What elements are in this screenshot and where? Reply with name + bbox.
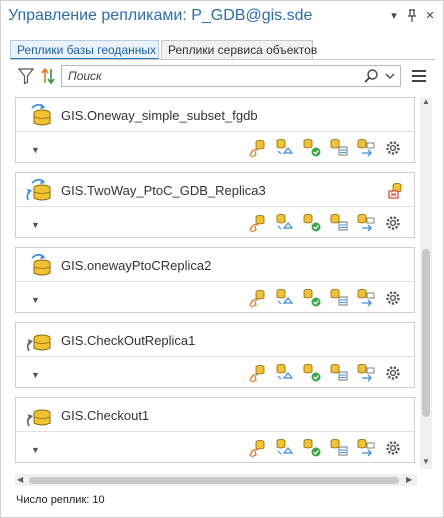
expand-details-chevron-down-icon[interactable]: ▼ [31, 220, 40, 230]
export-schema-icon[interactable] [329, 288, 349, 308]
expand-details-chevron-down-icon[interactable]: ▼ [31, 370, 40, 380]
export-changes-icon[interactable] [275, 138, 295, 158]
replica-card: GIS.Checkout1 ▼ [15, 397, 415, 463]
validate-icon[interactable] [302, 288, 322, 308]
replica-card: GIS.onewayPtoCReplica2 ▼ [15, 247, 415, 313]
export-schema-icon[interactable] [329, 213, 349, 233]
replica-count-status: Число реплик: 10 [16, 494, 105, 506]
export-changes-icon[interactable] [275, 438, 295, 458]
twoway-replica-icon [24, 176, 54, 204]
synchronize-icon[interactable] [248, 288, 268, 308]
replica-name: GIS.TwoWay_PtoC_GDB_Replica3 [61, 183, 266, 198]
validate-icon[interactable] [302, 213, 322, 233]
pane-menu-button[interactable]: ▾ [386, 8, 402, 24]
checkout-replica-icon [24, 401, 54, 429]
hamburger-menu-icon[interactable] [411, 68, 427, 84]
scroll-left-arrow[interactable]: ◀ [17, 475, 23, 484]
view-conflicts-icon[interactable] [388, 182, 406, 200]
replica-name: GIS.onewayPtoCReplica2 [61, 258, 212, 273]
replica-name: GIS.Checkout1 [61, 408, 150, 423]
sort-icon[interactable] [41, 67, 55, 85]
replica-actions [248, 288, 410, 310]
vertical-scroll-thumb[interactable] [422, 249, 430, 417]
vertical-scrollbar[interactable]: ▲ ▼ [420, 97, 432, 469]
replica-card-header[interactable]: GIS.onewayPtoCReplica2 [16, 248, 414, 282]
pin-button[interactable] [404, 8, 420, 24]
compare-schema-icon[interactable] [356, 213, 376, 233]
export-changes-icon[interactable] [275, 288, 295, 308]
properties-gear-icon[interactable] [383, 363, 403, 383]
properties-gear-icon[interactable] [383, 288, 403, 308]
export-schema-icon[interactable] [329, 138, 349, 158]
compare-schema-icon[interactable] [356, 138, 376, 158]
properties-gear-icon[interactable] [383, 438, 403, 458]
replica-actions [248, 138, 410, 160]
manage-replicas-pane: Управление репликами: P_GDB@gis.sde ▾ ✕ … [0, 0, 444, 518]
filter-icon[interactable] [18, 67, 34, 85]
synchronize-icon[interactable] [248, 438, 268, 458]
horizontal-scrollbar[interactable]: ◀ ▶ [15, 474, 417, 486]
pane-titlebar: Управление репликами: P_GDB@gis.sde ▾ ✕ [1, 1, 443, 35]
expand-details-chevron-down-icon[interactable]: ▼ [31, 295, 40, 305]
oneway-replica-icon [24, 251, 54, 279]
tab-geodatabase-replicas[interactable]: Реплики базы геоданных [10, 40, 159, 60]
compare-schema-icon[interactable] [356, 363, 376, 383]
export-schema-icon[interactable] [329, 438, 349, 458]
replica-card-header[interactable]: GIS.Checkout1 [16, 398, 414, 432]
replica-name: GIS.CheckOutReplica1 [61, 333, 196, 348]
search-icon[interactable] [363, 68, 379, 84]
replica-card-header[interactable]: GIS.Oneway_simple_subset_fgdb [16, 98, 414, 132]
compare-schema-icon[interactable] [356, 288, 376, 308]
expand-details-chevron-down-icon[interactable]: ▼ [31, 145, 40, 155]
replica-card: GIS.CheckOutReplica1 ▼ [15, 322, 415, 388]
replica-list: GIS.Oneway_simple_subset_fgdb ▼ GIS.TwoWay… [15, 97, 417, 467]
search-input[interactable] [66, 68, 356, 84]
replica-name: GIS.Oneway_simple_subset_fgdb [61, 108, 258, 123]
export-changes-icon[interactable] [275, 213, 295, 233]
compare-schema-icon[interactable] [356, 438, 376, 458]
close-button[interactable]: ✕ [422, 8, 438, 24]
replica-card: GIS.Oneway_simple_subset_fgdb ▼ [15, 97, 415, 163]
expand-details-chevron-down-icon[interactable]: ▼ [31, 445, 40, 455]
synchronize-icon[interactable] [248, 138, 268, 158]
synchronize-icon[interactable] [248, 213, 268, 233]
synchronize-icon[interactable] [248, 363, 268, 383]
export-changes-icon[interactable] [275, 363, 295, 383]
replica-card-header[interactable]: GIS.TwoWay_PtoC_GDB_Replica3 [16, 173, 414, 207]
search-box [61, 65, 401, 87]
replica-card-header[interactable]: GIS.CheckOutReplica1 [16, 323, 414, 357]
oneway-replica-icon [24, 101, 54, 129]
tab-divider [10, 59, 435, 60]
pane-title: Управление репликами: P_GDB@gis.sde [8, 7, 313, 24]
scroll-up-arrow[interactable]: ▲ [422, 97, 430, 106]
pin-icon [408, 9, 416, 22]
replica-card: GIS.TwoWay_PtoC_GDB_Replica3 ▼ [15, 172, 415, 238]
replica-actions [248, 438, 410, 460]
checkout-replica-icon [24, 326, 54, 354]
validate-icon[interactable] [302, 363, 322, 383]
export-schema-icon[interactable] [329, 363, 349, 383]
search-options-chevron-down-icon[interactable] [384, 70, 396, 82]
tab-feature-service-replicas[interactable]: Реплики сервиса объектов [161, 40, 317, 60]
replica-actions [248, 213, 410, 235]
scroll-down-arrow[interactable]: ▼ [422, 457, 430, 466]
validate-icon[interactable] [302, 438, 322, 458]
validate-icon[interactable] [302, 138, 322, 158]
properties-gear-icon[interactable] [383, 138, 403, 158]
horizontal-scroll-thumb[interactable] [29, 477, 399, 484]
properties-gear-icon[interactable] [383, 213, 403, 233]
replica-actions [248, 363, 410, 385]
scroll-right-arrow[interactable]: ▶ [406, 475, 412, 484]
